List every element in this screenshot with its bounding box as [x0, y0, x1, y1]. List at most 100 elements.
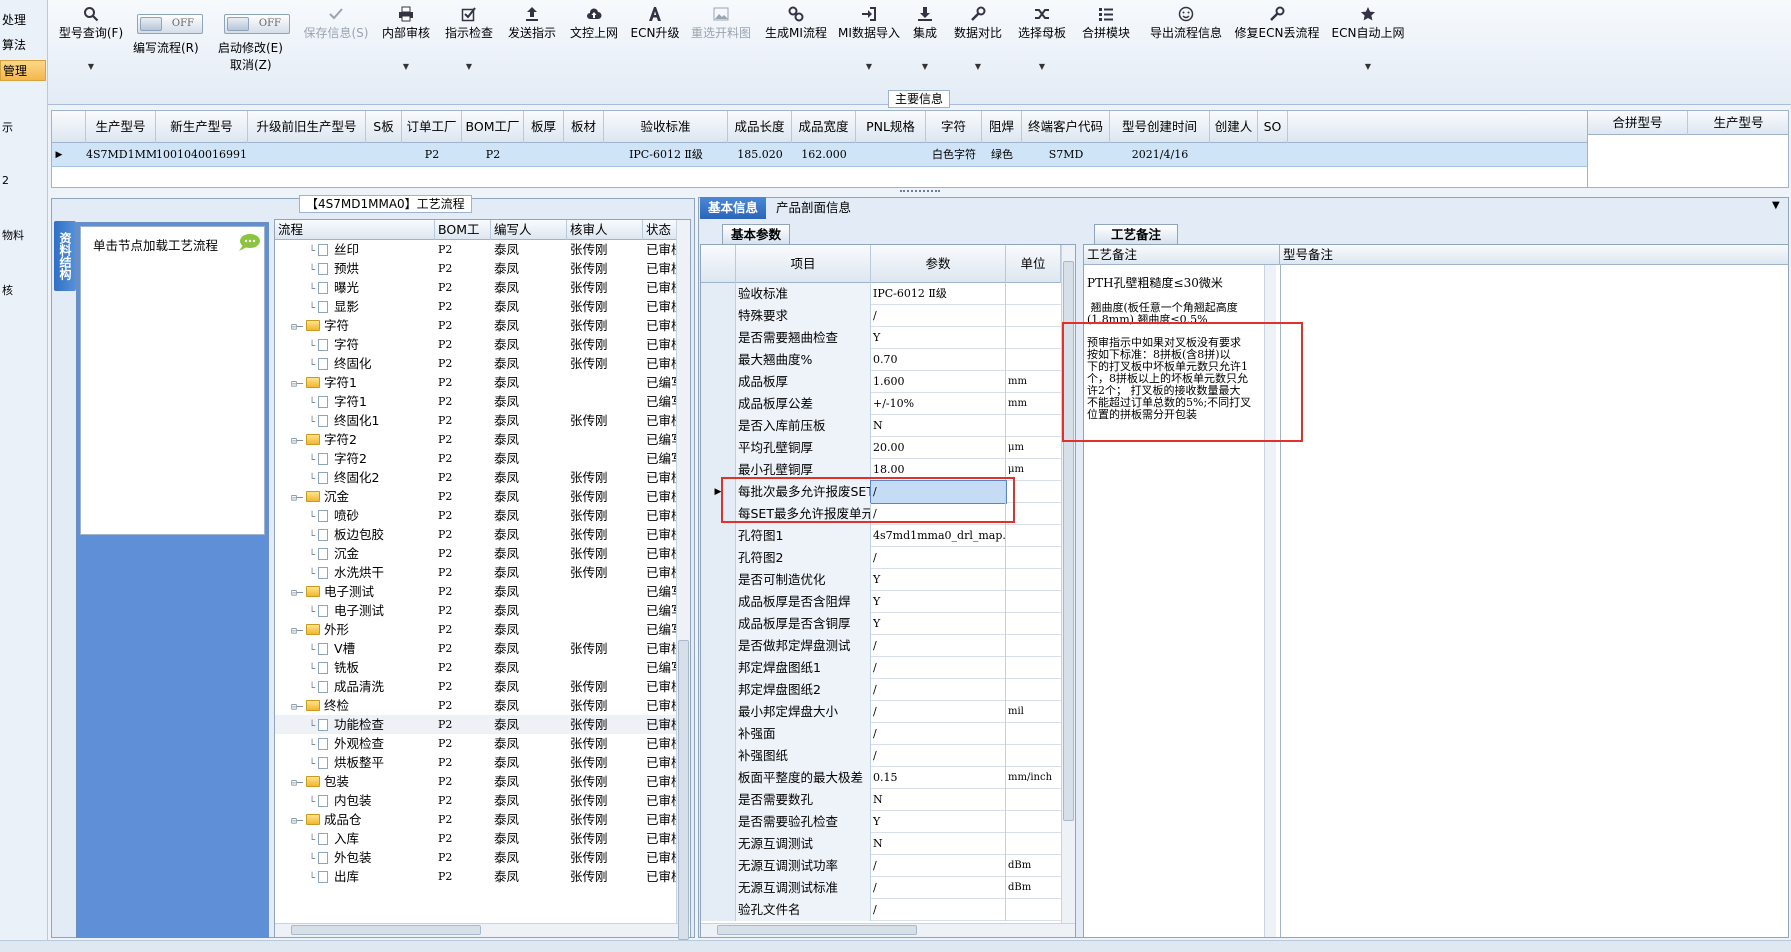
- tree-node[interactable]: ⊟─ 字符2 P2 泰凤 已编写: [275, 430, 678, 449]
- tree-node[interactable]: ⊟─ 沉金 P2 泰凤 张传刚 已审核: [275, 487, 678, 506]
- file-upload-button[interactable]: 文控上网: [566, 4, 622, 100]
- tab-basic-info[interactable]: 基本信息: [700, 197, 767, 219]
- param-row[interactable]: 邦定焊盘图纸2/: [701, 679, 1061, 701]
- tab-basic-params[interactable]: 基本参数: [722, 224, 791, 244]
- tree-node[interactable]: └ 终固化2 P2 泰凤 张传刚 已审核: [275, 468, 678, 487]
- edit-flow-toggle[interactable]: OFF: [137, 14, 203, 34]
- nav-item-instruction[interactable]: 示: [0, 120, 46, 136]
- tree-node[interactable]: └ 丝印 P2 泰凤 张传刚 已审核: [275, 240, 678, 259]
- tree-node[interactable]: ⊟─ 电子测试 P2 泰凤 已编写: [275, 582, 678, 601]
- tree-node[interactable]: └ 水洗烘干 P2 泰凤 张传刚 已审核: [275, 563, 678, 582]
- tab-process-notes[interactable]: 工艺备注: [1094, 224, 1179, 244]
- send-instruction-button[interactable]: 发送指示: [504, 4, 560, 100]
- param-value-cell[interactable]: /: [871, 679, 1006, 701]
- param-value-cell[interactable]: /: [871, 855, 1006, 877]
- table-row[interactable]: ▶ 4S7MD1MMA010010400169911 P2 P2 IPC-6012 Ⅱ…: [52, 143, 1587, 167]
- tree-node[interactable]: └ 外包装 P2 泰凤 张传刚 已审核: [275, 848, 678, 867]
- param-row[interactable]: 成品板厚 1.600 mm: [701, 371, 1061, 393]
- data-compare-button[interactable]: 数据对比 ▼: [950, 4, 1006, 100]
- reselect-map-button[interactable]: 重选开料图: [686, 4, 756, 100]
- tree-node[interactable]: └ 喷砂 P2 泰凤 张传刚 已审核: [275, 506, 678, 525]
- param-value-cell[interactable]: 0.70: [871, 349, 1006, 371]
- param-value-cell[interactable]: /: [871, 877, 1006, 899]
- start-modify-toggle[interactable]: OFF: [224, 14, 290, 34]
- tree-node[interactable]: └ 铣板 P2 泰凤 已编写: [275, 658, 678, 677]
- tree-node[interactable]: ⊟─ 字符 P2 泰凤 张传刚 已审核: [275, 316, 678, 335]
- tab-product-profile[interactable]: 产品剖面信息: [768, 197, 859, 219]
- param-value-cell[interactable]: IPC-6012 Ⅱ级: [871, 283, 1006, 305]
- process-vertical-scrollbar[interactable]: [676, 220, 690, 940]
- param-row[interactable]: 板面平整度的最大极差 0.15 mm/inch: [701, 767, 1061, 789]
- tree-node[interactable]: └ 字符 P2 泰凤 张传刚 已审核: [275, 335, 678, 354]
- tree-node[interactable]: └ 功能检查 P2 泰凤 张传刚 已审核: [275, 715, 678, 734]
- tree-node[interactable]: └ 出库 P2 泰凤 张传刚 已审核: [275, 867, 678, 886]
- param-value-cell[interactable]: /: [871, 701, 1006, 723]
- params-horizontal-scrollbar[interactable]: [701, 923, 1075, 937]
- param-value-cell[interactable]: /: [871, 723, 1006, 745]
- param-value-cell[interactable]: Y: [871, 811, 1006, 833]
- tree-node[interactable]: ⊟─ 包装 P2 泰凤 张传刚 已审核: [275, 772, 678, 791]
- tree-node[interactable]: └ 电子测试 P2 泰凤 已编写: [275, 601, 678, 620]
- tree-node[interactable]: └ 沉金 P2 泰凤 张传刚 已审核: [275, 544, 678, 563]
- tree-node[interactable]: └ 字符1 P2 泰凤 已编写: [275, 392, 678, 411]
- instruction-check-button[interactable]: 指示检查 ▼: [441, 4, 497, 100]
- integrate-button[interactable]: 集成 ▼: [908, 4, 942, 100]
- export-flow-info-button[interactable]: 导出流程信息: [1144, 4, 1228, 100]
- param-value-cell[interactable]: Y: [871, 569, 1006, 591]
- param-row[interactable]: 无源互调测试功率 / dBm: [701, 855, 1061, 877]
- param-row[interactable]: 是否需要验孔检查 Y: [701, 811, 1061, 833]
- cancel-button[interactable]: 取消(Z): [230, 57, 272, 73]
- param-row[interactable]: 是否入库前压板 N: [701, 415, 1061, 437]
- internal-review-button[interactable]: 内部审核 ▼: [378, 4, 434, 100]
- save-info-button[interactable]: 保存信息(S): [300, 4, 372, 100]
- param-value-cell[interactable]: /: [871, 899, 1006, 921]
- param-value-cell[interactable]: Y: [871, 327, 1006, 349]
- tree-node[interactable]: └ 终固化1 P2 泰凤 张传刚 已审核: [275, 411, 678, 430]
- tree-node[interactable]: └ 曝光 P2 泰凤 张传刚 已审核: [275, 278, 678, 297]
- tree-node[interactable]: └ 内包装 P2 泰凤 张传刚 已审核: [275, 791, 678, 810]
- param-row[interactable]: 孔符图2/: [701, 547, 1061, 569]
- tree-node[interactable]: ⊟─ 终检 P2 泰凤 张传刚 已审核: [275, 696, 678, 715]
- tree-node[interactable]: └ 终固化 P2 泰凤 张传刚 已审核: [275, 354, 678, 373]
- structure-tree[interactable]: 单击节点加载工艺流程: [80, 226, 265, 535]
- tree-node[interactable]: └ 烘板整平 P2 泰凤 张传刚 已审核: [275, 753, 678, 772]
- param-value-cell[interactable]: /: [871, 547, 1006, 569]
- tree-node[interactable]: └ 预烘 P2 泰凤 张传刚 已审核: [275, 259, 678, 278]
- param-row[interactable]: 是否需要数孔 N: [701, 789, 1061, 811]
- param-row[interactable]: 平均孔壁铜厚 20.00 μm: [701, 437, 1061, 459]
- param-row[interactable]: 无源互调测试标准 / dBm: [701, 877, 1061, 899]
- ecn-upgrade-button[interactable]: ECN升级: [630, 4, 680, 100]
- param-row[interactable]: 验孔文件名 /: [701, 899, 1061, 921]
- param-value-cell[interactable]: +/-10%: [871, 393, 1006, 415]
- generate-mi-flow-button[interactable]: 生成MI流程: [764, 4, 828, 100]
- param-value-cell[interactable]: N: [871, 415, 1006, 437]
- tree-node[interactable]: └ V槽 P2 泰凤 张传刚 已审核: [275, 639, 678, 658]
- tree-node[interactable]: └ 外观检查 P2 泰凤 张传刚 已审核: [275, 734, 678, 753]
- param-row[interactable]: 成品板厚公差 +/-10% mm: [701, 393, 1061, 415]
- nav-item-algorithm[interactable]: 算法: [0, 35, 46, 56]
- param-row[interactable]: 是否需要翘曲检查 Y: [701, 327, 1061, 349]
- tree-node[interactable]: ⊟─ 外形 P2 泰凤 已编写: [275, 620, 678, 639]
- nav-item-management[interactable]: 管理: [0, 60, 46, 81]
- param-value-cell[interactable]: 0.15: [871, 767, 1006, 789]
- mi-data-import-button[interactable]: MI数据导入 ▼: [836, 4, 902, 100]
- param-row[interactable]: 验收标准 IPC-6012 Ⅱ级: [701, 283, 1061, 305]
- tree-node[interactable]: ⊟─ 成品仓 P2 泰凤 张传刚 已审核: [275, 810, 678, 829]
- nav-item-2[interactable]: 2: [0, 173, 46, 189]
- param-value-cell[interactable]: Y: [871, 613, 1006, 635]
- tree-node[interactable]: └ 板边包胶 P2 泰凤 张传刚 已审核: [275, 525, 678, 544]
- nav-item-review[interactable]: 核: [0, 283, 46, 299]
- tree-node[interactable]: └ 字符2 P2 泰凤 已编写: [275, 449, 678, 468]
- param-value-cell[interactable]: /: [871, 305, 1006, 327]
- nav-item-process[interactable]: 处理: [0, 10, 46, 31]
- param-row[interactable]: 最小邦定焊盘大小 / mil: [701, 701, 1061, 723]
- param-value-cell[interactable]: N: [871, 833, 1006, 855]
- param-value-cell[interactable]: Y: [871, 591, 1006, 613]
- choose-master-button[interactable]: 选择母板 ▼: [1014, 4, 1070, 100]
- param-value-cell[interactable]: 1.600: [871, 371, 1006, 393]
- param-row[interactable]: 特殊要求 /: [701, 305, 1061, 327]
- tree-node[interactable]: └ 显影 P2 泰凤 张传刚 已审核: [275, 297, 678, 316]
- param-row[interactable]: 最大翘曲度% 0.70: [701, 349, 1061, 371]
- param-value-cell[interactable]: /: [871, 745, 1006, 767]
- merge-module-button[interactable]: 合拼模块: [1078, 4, 1134, 100]
